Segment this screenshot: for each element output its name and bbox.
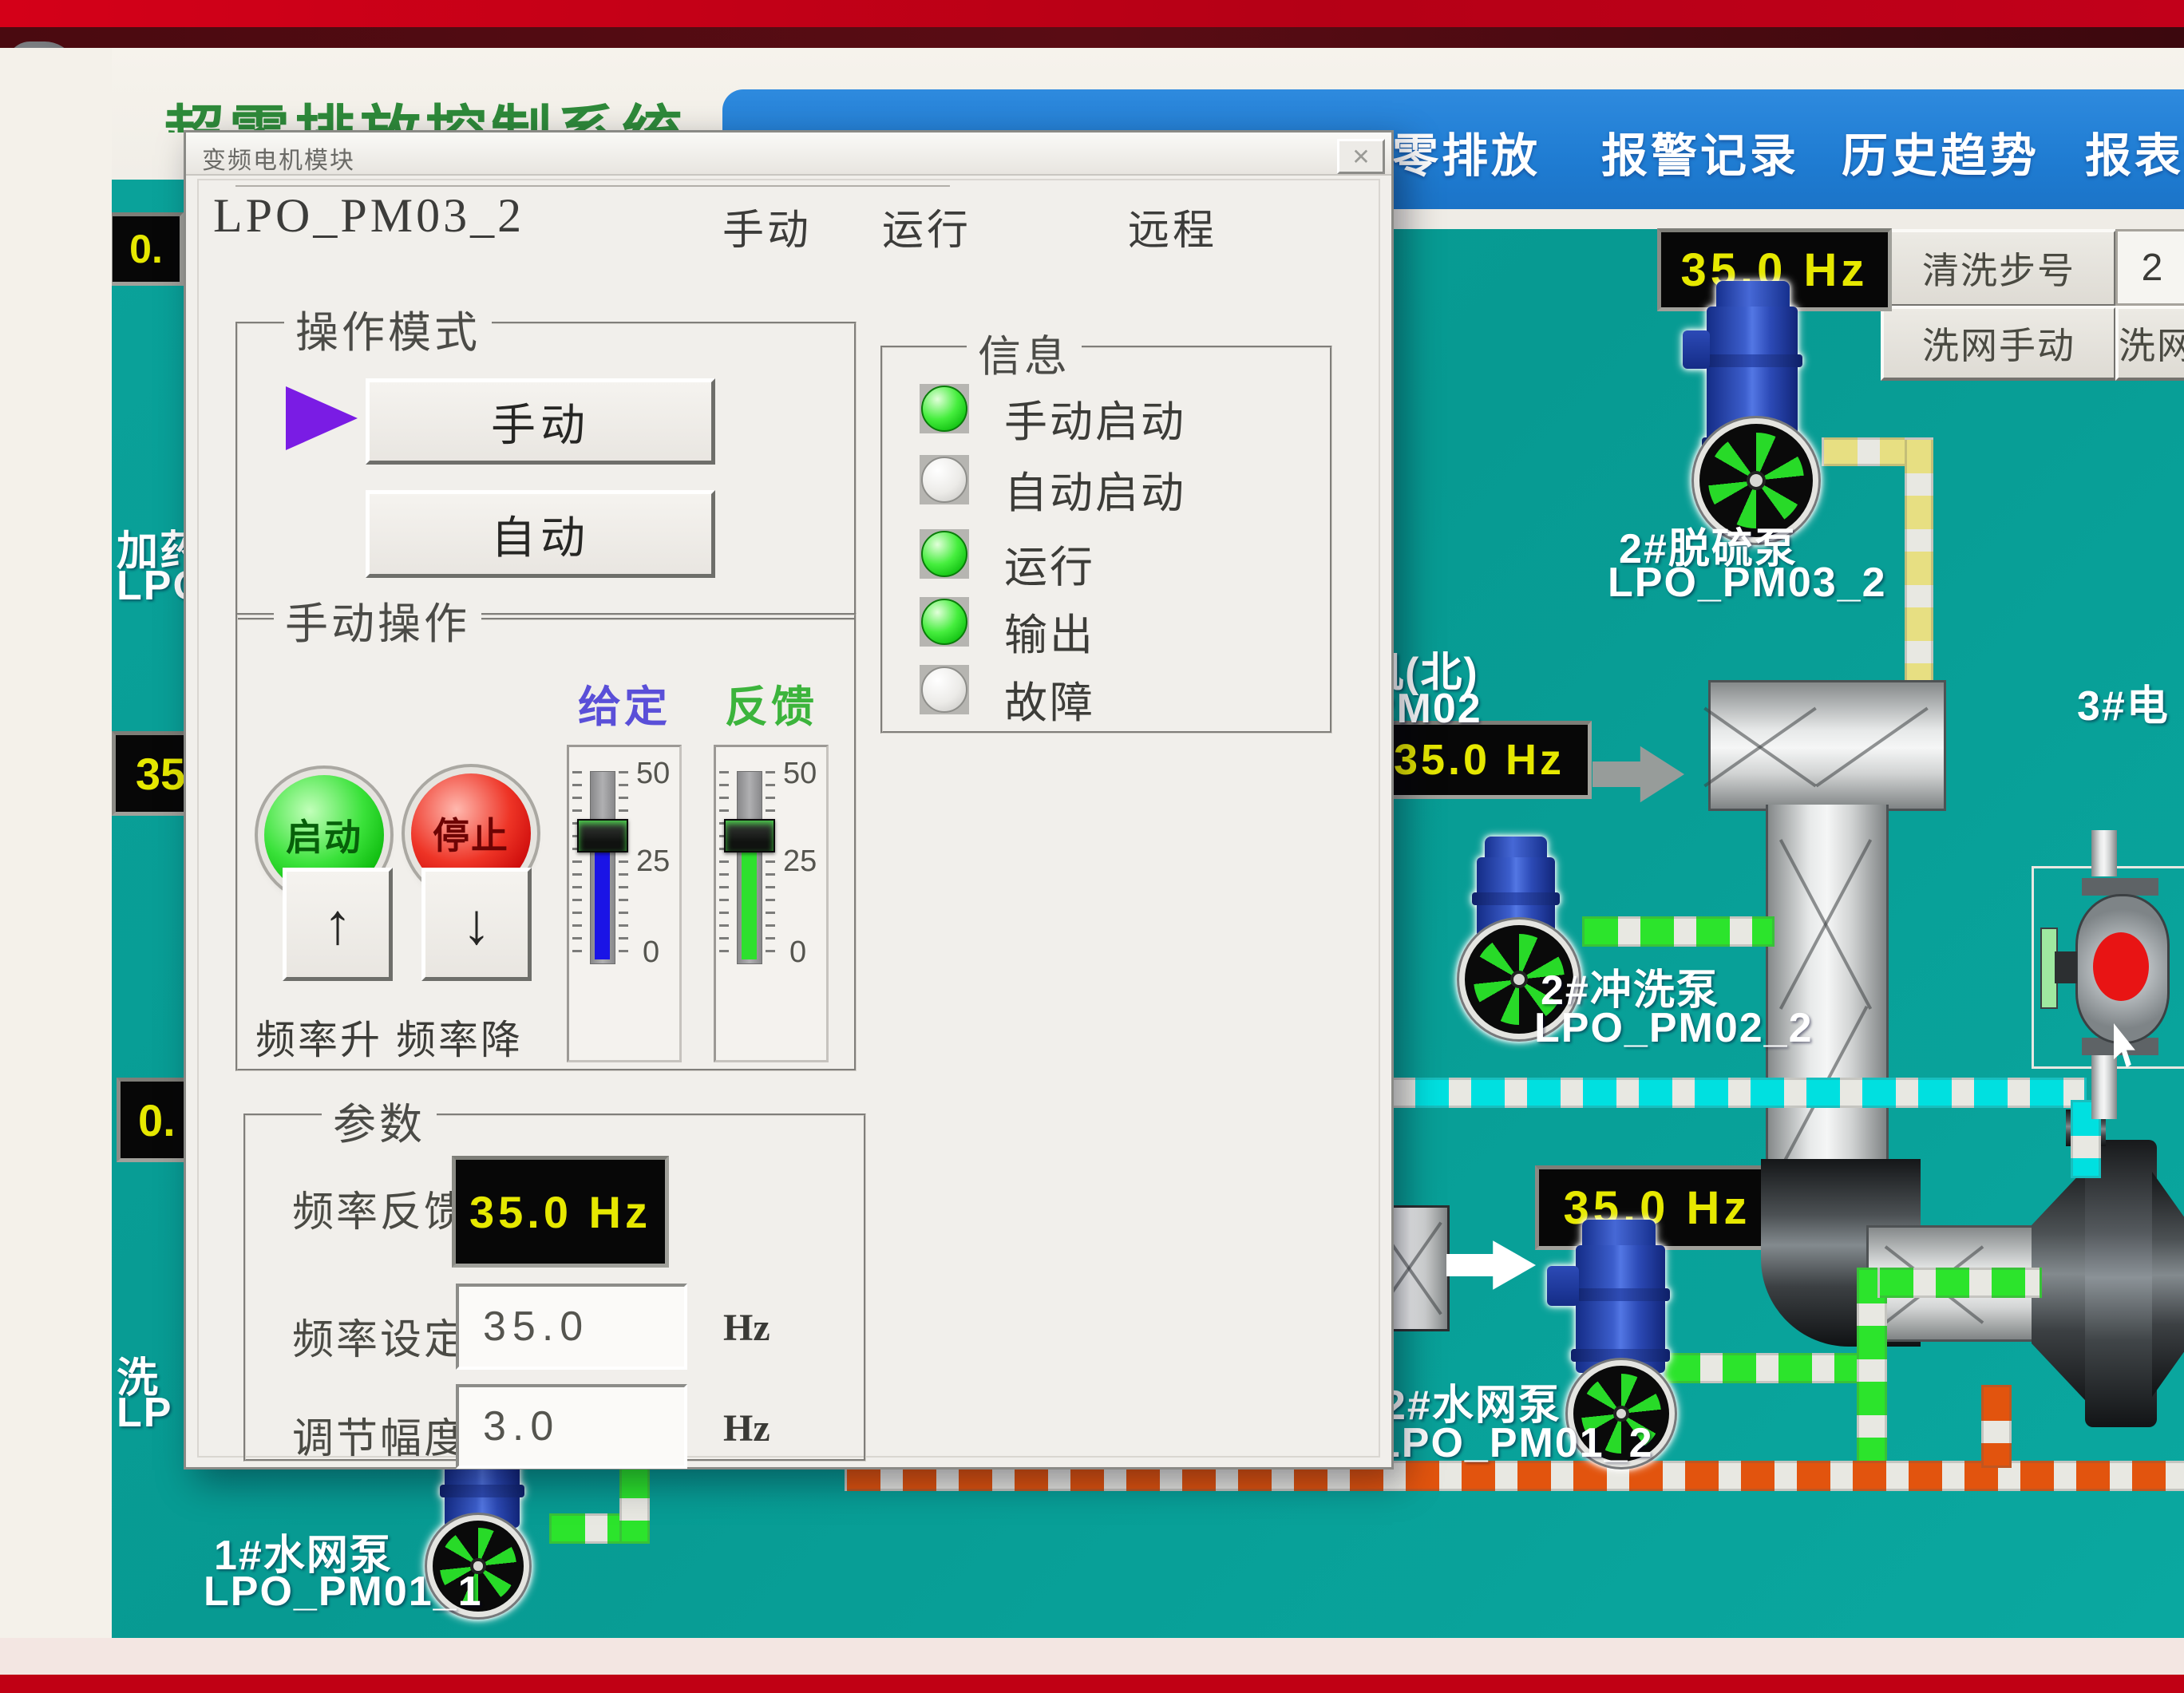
pm01-2-tag-label: LPO_PM01_2: [1375, 1419, 1654, 1467]
pipe-green-to-vessel: [1877, 1268, 2042, 1298]
pump-pm03-2[interactable]: [1683, 281, 1838, 544]
feedback-slider: 50 25 0: [714, 745, 829, 1062]
dialog-top-rule: [235, 185, 950, 187]
pm02-tag-label: LPO_PM02_2: [1534, 1004, 1814, 1052]
left-top-display: 0.: [109, 212, 184, 286]
nav-item-alarm-records[interactable]: 报警记录: [1601, 118, 1799, 185]
freq-down-label: 频率降: [396, 1008, 523, 1066]
vessel-body: [2085, 1140, 2157, 1427]
sv02-pipe-bottom: [2091, 1055, 2117, 1119]
status-run: 运行: [882, 196, 971, 256]
freq-feedback-display: 35.0 Hz: [452, 1156, 669, 1268]
pipe-green-pm01-1-riser: [619, 1462, 650, 1544]
setpoint-slider[interactable]: 50 25 0: [567, 745, 682, 1062]
freq-up-button[interactable]: ↑: [283, 868, 393, 981]
op-mode-title: 操作模式: [284, 297, 492, 360]
params-group: 参数 频率反馈 35.0 Hz 频率设定 35.0 Hz 调节幅度 3.0 Hz: [243, 1114, 866, 1462]
nav-item-history-trend[interactable]: 历史趋势: [1842, 118, 2040, 185]
lamp-label-auto-start: 自动启动: [1004, 457, 1186, 520]
duct-vertical: [1766, 805, 1889, 1180]
pipe-orange-drop: [1981, 1385, 2012, 1468]
manual-op-group: 手动操作 启动 停止 给定 反馈 50 25 0 50 25 0: [235, 613, 857, 1071]
lamp-auto-start: [920, 455, 969, 504]
dialog-titlebar[interactable]: 变频电机模块: [186, 133, 1391, 176]
pm03-tag-label: LPO_PM03_2: [1608, 559, 1887, 607]
feedback-slider-label: 反馈: [725, 671, 817, 734]
lamp-label-manual-start: 手动启动: [1004, 386, 1186, 449]
photo-bottom-red-strip: [0, 1675, 2184, 1693]
vfd-motor-dialog: 变频电机模块 ✕ LPO_PM03_2 手动 运行 远程 操作模式 手动 自动 …: [184, 130, 1394, 1470]
pipe-yellow-vertical: [1905, 437, 1933, 706]
system-title: 超零排放控制系统: [164, 85, 738, 133]
photo-top-maroon-strip: [0, 27, 2184, 48]
wash-partial-line2: LP: [117, 1389, 172, 1437]
pump-pm01-2[interactable]: [1541, 1220, 1692, 1451]
down-arrow-icon: ↓: [462, 892, 491, 957]
manual-mode-button[interactable]: 手动: [366, 378, 715, 465]
wash-step-value: 2: [2115, 229, 2184, 306]
photo-bottom-pink-strip: [0, 1638, 2184, 1675]
manual-op-title: 手动操作: [274, 588, 481, 651]
device-tag: LPO_PM03_2: [213, 188, 524, 243]
lamp-label-output: 输出: [1004, 599, 1095, 663]
lamp-running: [920, 529, 969, 579]
status-remote: 远程: [1128, 196, 1217, 256]
sv02-flange-top: [2082, 878, 2158, 896]
scada-screen-photo: 超零排放控制系统 超零排放 报警记录 历史趋势 报表查询 清洗步号 2 洗网手动…: [0, 0, 2184, 1693]
info-title: 信息: [967, 321, 1082, 384]
motor3-partial-label: 3#电: [2077, 672, 2170, 732]
sv02-actuator-stem: [2055, 951, 2077, 983]
freq-up-label: 频率升: [255, 1008, 382, 1066]
pipe-cyan-horizontal: [1357, 1078, 2087, 1108]
auto-mode-button[interactable]: 自动: [366, 490, 715, 578]
setpoint-slider-label: 给定: [578, 671, 671, 734]
feedback-fill: [742, 846, 757, 959]
setpoint-fill: [595, 846, 610, 959]
up-arrow-icon: ↑: [323, 892, 352, 957]
lamp-manual-start: [920, 384, 969, 433]
photo-top-red-strip: [0, 0, 2184, 27]
duct-top-elbow: [1708, 680, 1946, 811]
sv02-status-light: [2093, 932, 2149, 1001]
params-title: 参数: [322, 1089, 437, 1152]
wash-step-button[interactable]: 清洗步号: [1881, 229, 2117, 307]
lamp-label-running: 运行: [1004, 532, 1095, 595]
nav-item-report[interactable]: 报表查询: [2085, 118, 2184, 185]
pm01-1-tag-label: LPO_PM01_1: [204, 1568, 483, 1616]
feedback-thumb: [724, 819, 775, 852]
freq-set-unit: Hz: [723, 1306, 770, 1350]
mode-pointer-icon: [286, 386, 358, 450]
lamp-label-fault: 故障: [1004, 667, 1095, 730]
close-icon[interactable]: ✕: [1337, 139, 1385, 174]
lamp-fault: [920, 665, 969, 714]
wash-start-button[interactable]: 洗网启动: [2115, 306, 2184, 381]
sv02-pipe-top: [2091, 830, 2117, 876]
freq-down-button[interactable]: ↓: [421, 868, 532, 981]
photo-left-bezel: [0, 48, 112, 1638]
setpoint-thumb[interactable]: [577, 819, 628, 852]
wash-manual-button[interactable]: 洗网手动: [1881, 306, 2117, 381]
adjust-range-label: 调节幅度: [292, 1405, 468, 1465]
pipe-green-pm02: [1582, 916, 1774, 947]
freq-feedback-label: 频率反馈: [292, 1178, 468, 1238]
dialog-title: 变频电机模块: [202, 140, 355, 176]
lamp-output: [920, 597, 969, 647]
adjust-range-unit: Hz: [723, 1406, 770, 1450]
status-mode: 手动: [722, 196, 812, 256]
freq-set-label: 频率设定: [292, 1306, 468, 1366]
adjust-range-input[interactable]: 3.0: [456, 1384, 687, 1469]
op-mode-group: 操作模式 手动 自动: [235, 322, 857, 620]
info-group: 信息 手动启动 自动启动 运行 输出 故障: [880, 346, 1332, 734]
freq-set-input[interactable]: 35.0: [456, 1284, 687, 1370]
pipe-green-pm01-2: [1664, 1353, 1867, 1383]
